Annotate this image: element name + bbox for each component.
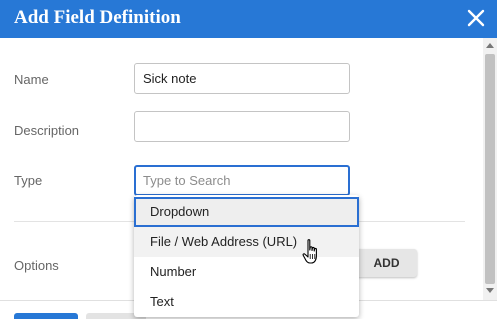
scroll-up-arrow-icon[interactable] <box>486 43 494 48</box>
dropdown-option-text[interactable]: Text <box>134 287 359 317</box>
dialog-scrollbar[interactable] <box>483 38 497 300</box>
type-dropdown-list: Dropdown File / Web Address (URL) Number… <box>134 195 359 317</box>
scroll-down-arrow-icon[interactable] <box>486 288 494 293</box>
footer-primary-button[interactable] <box>14 313 78 319</box>
name-field[interactable]: Sick note <box>134 63 350 94</box>
name-field-value: Sick note <box>143 71 197 86</box>
dialog-title: Add Field Definition <box>14 7 181 28</box>
type-search-input[interactable]: Type to Search <box>134 165 350 196</box>
dropdown-option-dropdown[interactable]: Dropdown <box>134 197 359 227</box>
description-field[interactable] <box>134 111 350 142</box>
description-label: Description <box>14 123 80 138</box>
dialog-header: Add Field Definition <box>0 0 497 38</box>
name-label: Name <box>14 72 49 87</box>
options-label: Options <box>14 258 59 273</box>
type-label: Type <box>14 173 43 188</box>
close-icon[interactable] <box>465 7 487 29</box>
dropdown-option-url[interactable]: File / Web Address (URL) <box>134 227 359 257</box>
type-search-placeholder: Type to Search <box>143 173 231 188</box>
scroll-thumb[interactable] <box>485 54 495 284</box>
add-option-button[interactable]: ADD <box>356 249 417 277</box>
dropdown-option-number[interactable]: Number <box>134 257 359 287</box>
